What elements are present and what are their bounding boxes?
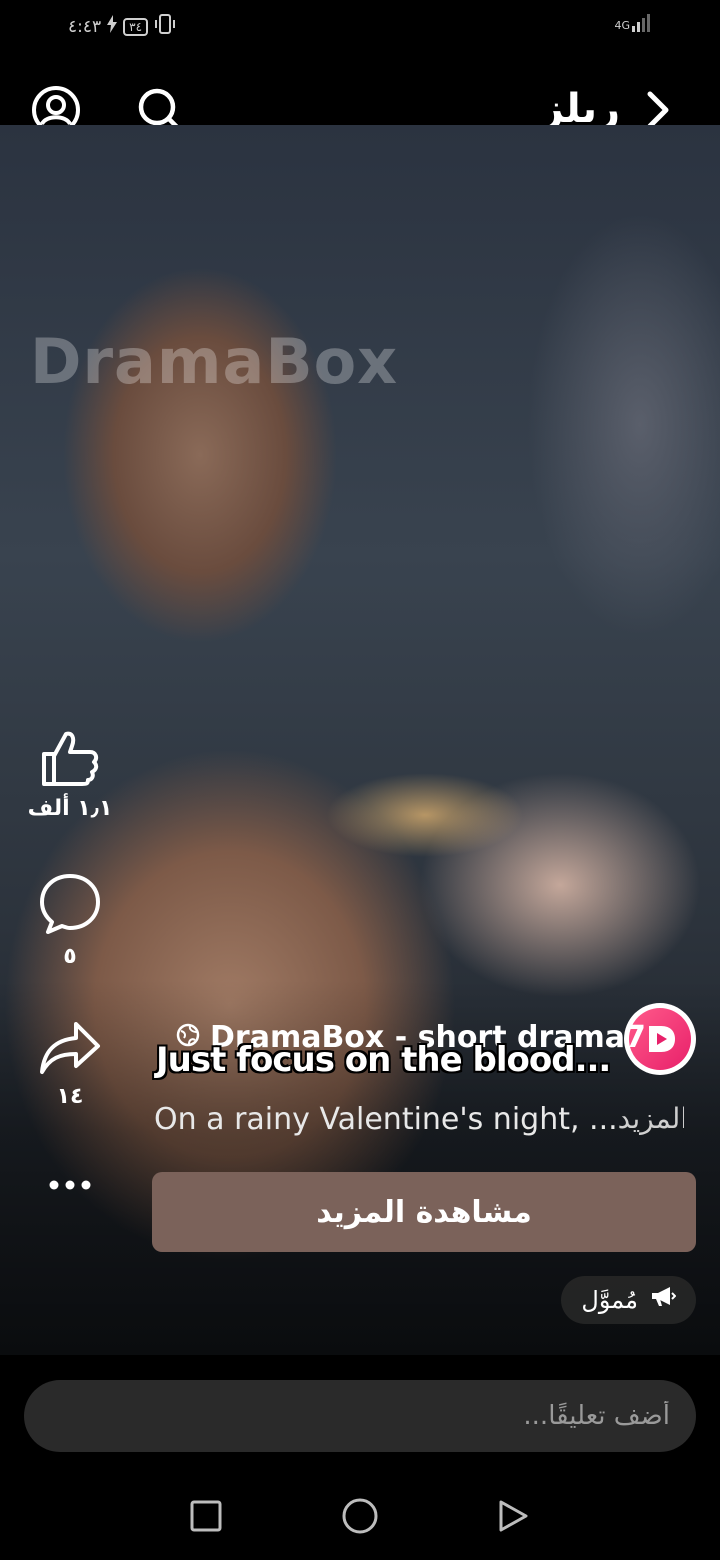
comment-icon bbox=[38, 872, 102, 940]
like-button[interactable]: ١٫١ ألف bbox=[20, 728, 120, 821]
comment-button[interactable]: ٥ bbox=[20, 872, 120, 969]
battery-level: ٣٤ bbox=[123, 17, 149, 36]
clock: ٤:٤٣ bbox=[68, 16, 102, 37]
share-icon bbox=[38, 1020, 102, 1080]
caption-text: On a rainy Valentine's night, ... bbox=[154, 1102, 618, 1137]
more-icon bbox=[48, 1176, 92, 1195]
charging-icon bbox=[107, 15, 118, 38]
watch-more-button[interactable]: مشاهدة المزيد bbox=[152, 1172, 696, 1252]
more-button[interactable] bbox=[20, 1176, 120, 1195]
comment-count: ٥ bbox=[63, 944, 77, 969]
share-count: ١٤ bbox=[56, 1084, 84, 1109]
recents-icon[interactable] bbox=[186, 1496, 226, 1536]
sponsored-badge: مُموَّل bbox=[561, 1276, 696, 1324]
caption[interactable]: On a rainy Valentine's night, ... المزيد bbox=[154, 1102, 684, 1137]
like-count: ١٫١ ألف bbox=[27, 796, 113, 821]
status-left: ٤:٤٣ ٣٤ bbox=[68, 14, 176, 39]
video-watermark: DramaBox bbox=[30, 325, 399, 398]
status-bar: ٤:٤٣ ٣٤ 4G bbox=[0, 0, 720, 52]
vibrate-icon bbox=[154, 14, 176, 39]
home-icon[interactable] bbox=[340, 1496, 380, 1536]
share-button[interactable]: ١٤ bbox=[20, 1020, 120, 1109]
back-icon[interactable] bbox=[492, 1496, 532, 1536]
system-nav-bar bbox=[0, 1468, 720, 1560]
sponsored-label: مُموَّل bbox=[581, 1286, 638, 1314]
network-type: 4G bbox=[614, 19, 630, 32]
caption-more-link[interactable]: المزيد bbox=[618, 1102, 684, 1137]
like-icon bbox=[38, 728, 102, 792]
comment-box[interactable] bbox=[24, 1380, 696, 1452]
comment-input[interactable] bbox=[50, 1401, 670, 1431]
video-subtitle: Just focus on the blood... bbox=[156, 1040, 611, 1080]
megaphone-icon bbox=[650, 1286, 677, 1314]
signal-indicator: 4G bbox=[614, 14, 650, 32]
